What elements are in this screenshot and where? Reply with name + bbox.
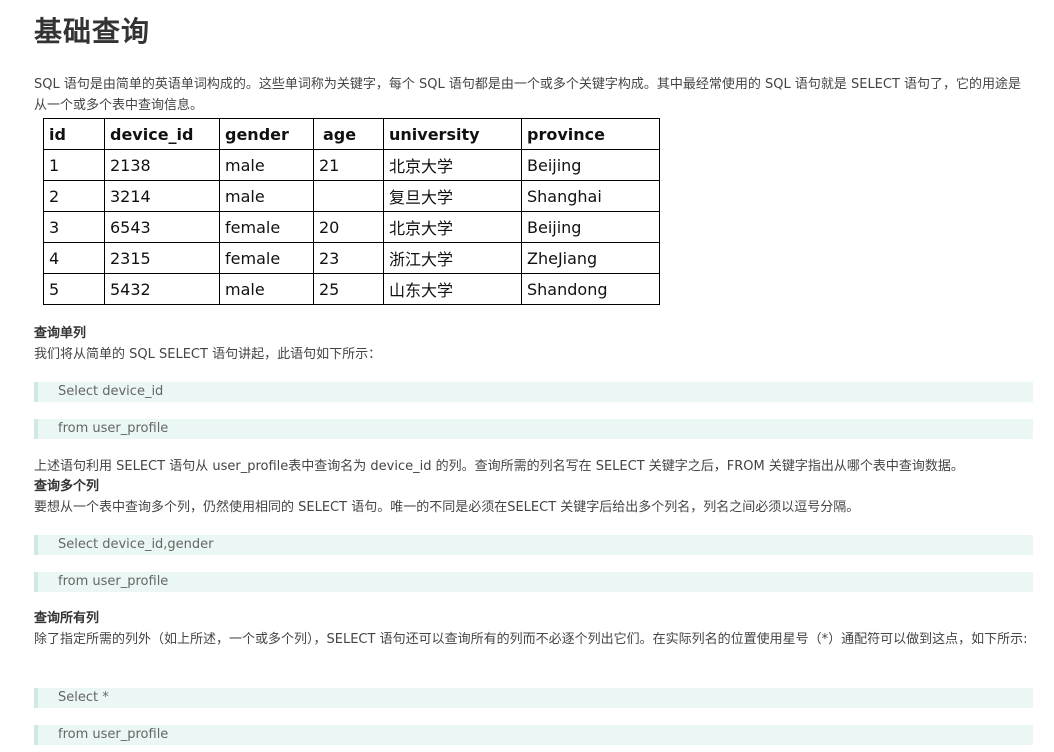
cell-age: [313, 180, 384, 212]
code-line: Select *: [34, 688, 1033, 708]
header-age: age: [313, 118, 384, 150]
section-heading-multiple-columns: 查询多个列: [34, 479, 100, 494]
table-row: 3 6543 female 20 北京大学 Beijing: [43, 211, 660, 243]
intro-paragraph: SQL 语句是由简单的英语单词构成的。这些单词称为关键字，每个 SQL 语句都是…: [34, 77, 1022, 113]
cell-age: 20: [313, 211, 384, 243]
cell-id: 3: [43, 211, 105, 243]
user-profile-table: id device_id gender age university provi…: [43, 118, 660, 305]
cell-id: 5: [43, 273, 105, 305]
cell-device-id: 2138: [104, 149, 220, 181]
header-province: province: [521, 118, 660, 150]
page-title: 基础查询: [34, 15, 151, 48]
cell-id: 1: [43, 149, 105, 181]
cell-id: 4: [43, 242, 105, 274]
cell-device-id: 3214: [104, 180, 220, 212]
cell-university: 复旦大学: [383, 180, 522, 212]
cell-age: 25: [313, 273, 384, 305]
section-heading-single-column: 查询单列: [34, 326, 87, 341]
header-device-id: device_id: [104, 118, 220, 150]
code-line: Select device_id: [34, 382, 1033, 402]
cell-province: Beijing: [521, 211, 660, 243]
header-id: id: [43, 118, 105, 150]
section-text-multiple-columns: 要想从一个表中查询多个列，仍然使用相同的 SELECT 语句。唯一的不同是必须在…: [34, 500, 860, 515]
section-text-single-column: 我们将从简单的 SQL SELECT 语句讲起，此语句如下所示：: [34, 347, 382, 362]
cell-device-id: 2315: [104, 242, 220, 274]
table-header-row: id device_id gender age university provi…: [43, 118, 660, 150]
header-university: university: [383, 118, 522, 150]
cell-university: 北京大学: [383, 149, 522, 181]
cell-university: 山东大学: [383, 273, 522, 305]
cell-gender: male: [219, 149, 314, 181]
header-gender: gender: [219, 118, 314, 150]
table-row: 4 2315 female 23 浙江大学 ZheJiang: [43, 242, 660, 274]
cell-university: 浙江大学: [383, 242, 522, 274]
cell-province: ZheJiang: [521, 242, 660, 274]
cell-age: 21: [313, 149, 384, 181]
cell-province: Shandong: [521, 273, 660, 305]
code-line: from user_profile: [34, 419, 1033, 439]
section-after-text-single-column: 上述语句利用 SELECT 语句从 user_profile表中查询名为 dev…: [34, 459, 964, 474]
cell-id: 2: [43, 180, 105, 212]
table-row: 1 2138 male 21 北京大学 Beijing: [43, 149, 660, 181]
section-heading-all-columns: 查询所有列: [34, 611, 100, 626]
code-line: Select device_id,gender: [34, 535, 1033, 555]
code-line: from user_profile: [34, 725, 1033, 745]
table-row: 5 5432 male 25 山东大学 Shandong: [43, 273, 660, 305]
cell-device-id: 6543: [104, 211, 220, 243]
cell-university: 北京大学: [383, 211, 522, 243]
section-text-all-columns: 除了指定所需的列外（如上所述，一个或多个列），SELECT 语句还可以查询所有的…: [34, 632, 1028, 647]
cell-device-id: 5432: [104, 273, 220, 305]
cell-gender: male: [219, 180, 314, 212]
cell-gender: female: [219, 242, 314, 274]
cell-province: Shanghai: [521, 180, 660, 212]
code-line: from user_profile: [34, 572, 1033, 592]
cell-age: 23: [313, 242, 384, 274]
cell-gender: male: [219, 273, 314, 305]
cell-province: Beijing: [521, 149, 660, 181]
table-row: 2 3214 male 复旦大学 Shanghai: [43, 180, 660, 212]
user-profile-table-image: id device_id gender age university provi…: [34, 115, 672, 318]
cell-gender: female: [219, 211, 314, 243]
